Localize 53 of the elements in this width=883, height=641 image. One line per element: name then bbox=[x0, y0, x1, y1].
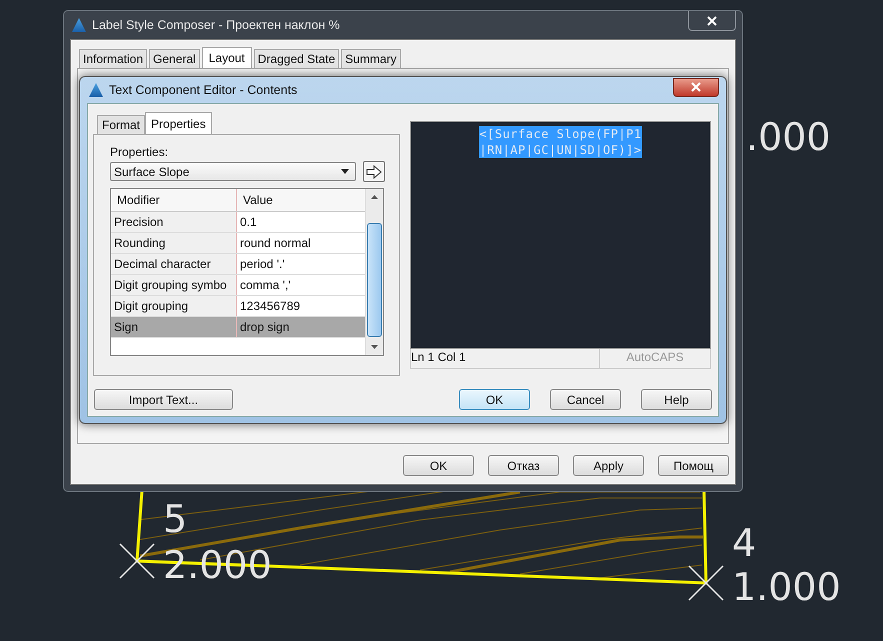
point-number: 5 bbox=[163, 497, 188, 541]
point-marker-icon bbox=[688, 565, 724, 601]
status-text: Ln 1 Col 1 bbox=[411, 349, 600, 368]
scrollbar[interactable] bbox=[365, 189, 383, 355]
dialog-button[interactable]: OK bbox=[403, 455, 474, 476]
dialog-button[interactable]: Apply bbox=[573, 455, 644, 476]
dialog-button[interactable]: Cancel bbox=[550, 389, 621, 410]
import-text-button[interactable]: Import Text... bbox=[94, 389, 233, 410]
selected-text: |RN|AP|GC|UN|SD|OF)]> bbox=[479, 142, 642, 158]
tab[interactable]: Summary bbox=[341, 49, 400, 68]
tab[interactable]: Information bbox=[79, 49, 148, 68]
table-row[interactable]: Precision 0.1 bbox=[111, 212, 365, 233]
field-label: Properties: bbox=[110, 145, 170, 159]
dialog-button[interactable]: OK bbox=[459, 389, 530, 410]
dialog-button[interactable]: Help bbox=[641, 389, 712, 410]
tab[interactable]: General bbox=[149, 49, 200, 68]
table-row[interactable]: Rounding round normal bbox=[111, 233, 365, 254]
table-cell: Sign bbox=[111, 317, 237, 337]
close-button[interactable] bbox=[688, 11, 736, 31]
app-logo-icon bbox=[72, 18, 86, 32]
selected-text: <[Surface Slope(FP|P1 bbox=[479, 126, 642, 142]
caret-icon bbox=[341, 169, 349, 174]
point-marker-icon bbox=[119, 543, 155, 579]
scroll-thumb[interactable] bbox=[367, 223, 382, 337]
arrow-icon bbox=[366, 164, 382, 178]
table-row[interactable]: Decimal character period '.' bbox=[111, 254, 365, 275]
window-title: Text Component Editor - Contents bbox=[109, 83, 298, 97]
table-cell: Decimal character bbox=[111, 254, 237, 274]
elevation-label: .000 bbox=[746, 115, 831, 159]
close-icon bbox=[691, 82, 701, 92]
status-text: AutoCAPS bbox=[625, 349, 685, 366]
close-button[interactable] bbox=[673, 78, 719, 96]
point-number: 4 bbox=[732, 521, 756, 565]
table-row[interactable]: Digit grouping 123456789 bbox=[111, 296, 365, 317]
table-cell: Precision bbox=[111, 212, 237, 232]
point-elevation: 1.000 bbox=[732, 565, 841, 609]
table-row[interactable]: Sign drop sign bbox=[111, 317, 365, 338]
close-icon bbox=[707, 16, 717, 26]
window-title: Label Style Composer - Проектен наклон % bbox=[92, 18, 341, 32]
table-cell: Digit grouping bbox=[111, 296, 237, 316]
table-row[interactable]: Digit grouping symbo comma ',' bbox=[111, 275, 365, 296]
property-dropdown[interactable]: Surface Slope bbox=[110, 162, 356, 181]
insert-button[interactable] bbox=[363, 161, 385, 182]
dialog-button[interactable]: Помощ bbox=[658, 455, 729, 476]
tab[interactable]: Properties bbox=[145, 112, 212, 134]
table-cell: Rounding bbox=[111, 233, 237, 253]
table-cell: drop sign bbox=[237, 317, 365, 337]
app-logo-icon bbox=[89, 83, 103, 97]
dialog-button[interactable]: Отказ bbox=[488, 455, 559, 476]
tab[interactable]: Format bbox=[97, 115, 146, 134]
tab[interactable]: Dragged State bbox=[254, 49, 340, 68]
table-cell: Digit grouping symbo bbox=[111, 275, 237, 295]
tab[interactable]: Layout bbox=[202, 47, 252, 68]
